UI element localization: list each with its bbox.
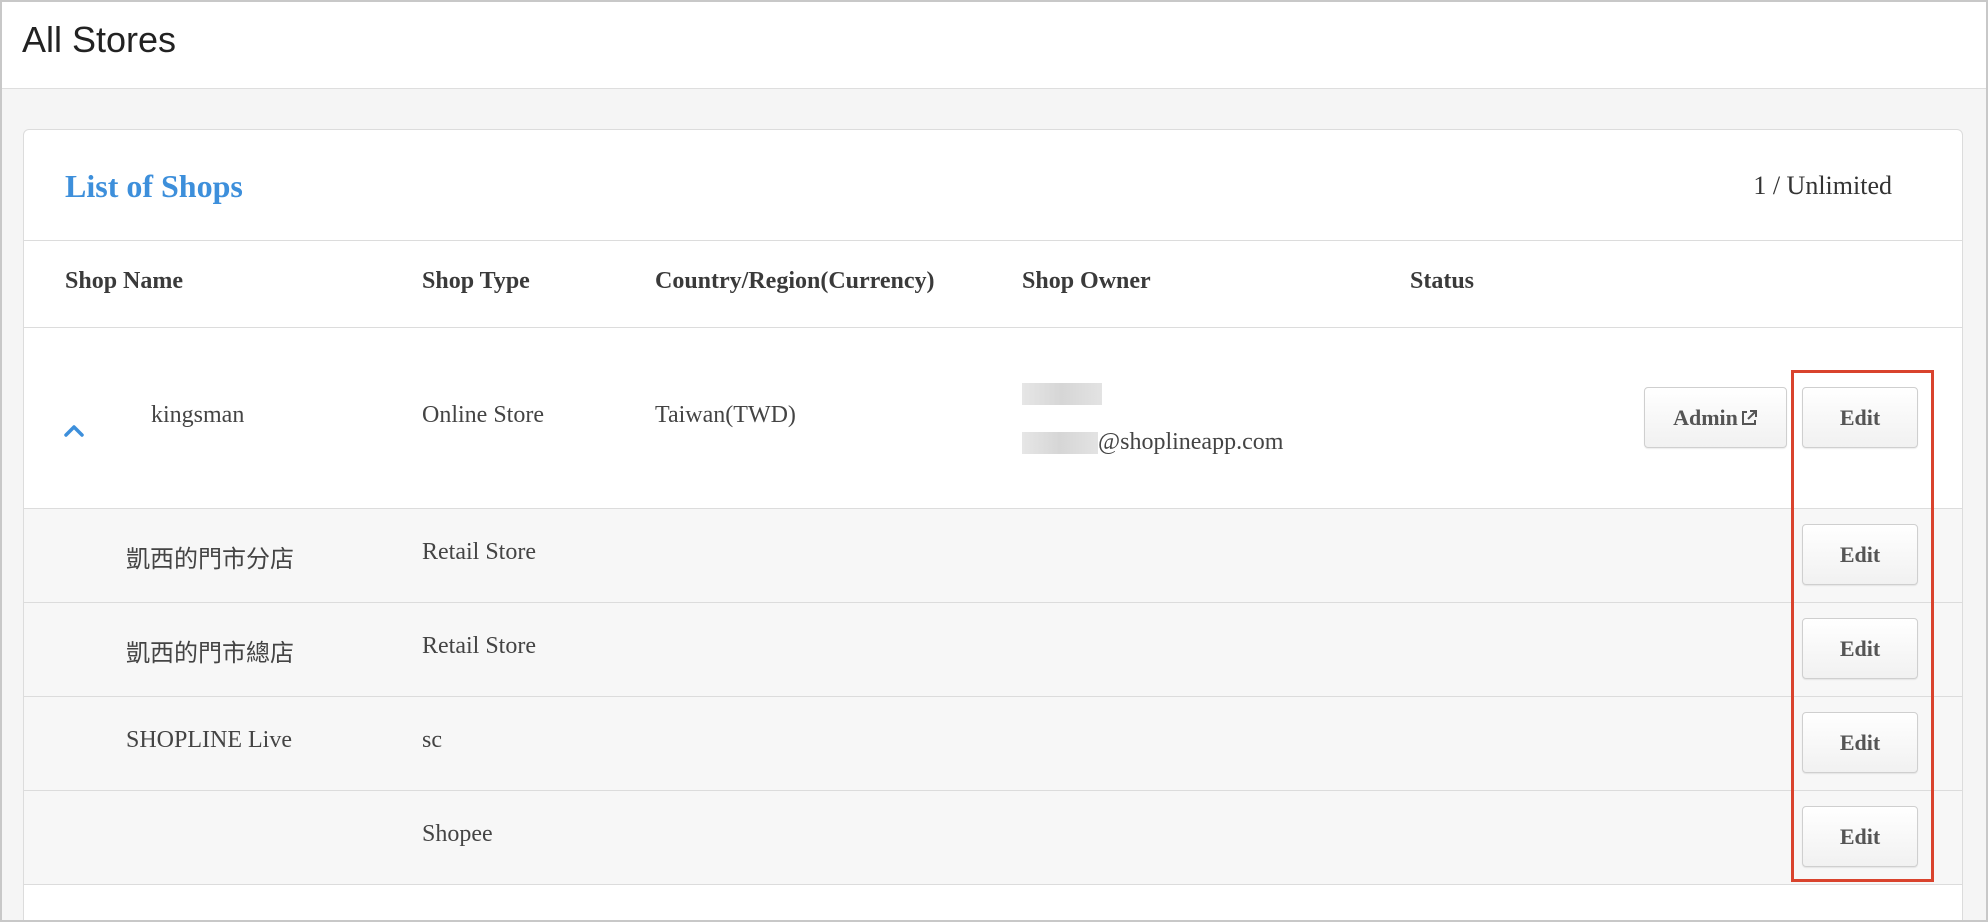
edit-button[interactable]: Edit (1802, 387, 1918, 448)
shop-type: Retail Store (422, 633, 536, 659)
table-row: 凱西的門市總店 Retail Store Edit (24, 603, 1962, 697)
edit-button[interactable]: Edit (1802, 712, 1918, 773)
table-row-main-shop: kingsman Online Store Taiwan(TWD) @shopl… (24, 328, 1962, 509)
redacted-block (1022, 432, 1098, 455)
table-row: 凱西的門市分店 Retail Store Edit (24, 509, 1962, 603)
panel-header: List of Shops 1 / Unlimited (24, 130, 1962, 241)
shop-name[interactable]: 凱西的門市分店 (126, 539, 294, 574)
shop-country: Taiwan(TWD) (655, 402, 796, 428)
shop-type: Online Store (422, 402, 544, 428)
chevron-up-icon[interactable] (63, 420, 85, 442)
table-row: SHOPLINE Live sc Edit (24, 697, 1962, 791)
col-shop-owner: Shop Owner (1022, 268, 1151, 294)
owner-name-redacted (1022, 380, 1102, 407)
shop-name[interactable]: SHOPLINE Live (126, 727, 292, 754)
shop-name[interactable]: 凱西的門市總店 (126, 633, 294, 668)
table-row: Shopee Edit (24, 791, 1962, 885)
shop-name[interactable]: kingsman (151, 402, 244, 429)
shop-type: Shopee (422, 821, 493, 847)
col-status: Status (1410, 268, 1475, 294)
page-title: All Stores (22, 19, 177, 60)
col-country: Country/Region(Currency) (655, 268, 935, 294)
external-link-icon (1741, 410, 1757, 425)
shop-type: Retail Store (422, 539, 536, 565)
col-shop-type: Shop Type (422, 268, 530, 294)
panel-title: List of Shops (65, 168, 243, 204)
shop-count: 1 / Unlimited (1753, 171, 1892, 200)
edit-button[interactable]: Edit (1802, 524, 1918, 585)
redacted-block (1022, 383, 1102, 406)
app-window: All Stores List of Shops 1 / Unlimited S… (0, 0, 1988, 922)
owner-email: @shoplineapp.com (1022, 429, 1283, 456)
edit-button[interactable]: Edit (1802, 618, 1918, 679)
admin-button-label: Admin (1673, 405, 1738, 430)
table-header: Shop Name Shop Type Country/Region(Curre… (24, 241, 1962, 328)
edit-button[interactable]: Edit (1802, 806, 1918, 867)
owner-email-suffix: @shoplineapp.com (1098, 429, 1284, 455)
admin-button[interactable]: Admin (1644, 387, 1787, 448)
shop-type: sc (422, 727, 442, 753)
col-shop-name: Shop Name (65, 268, 184, 294)
top-bar: All Stores (2, 2, 1986, 89)
